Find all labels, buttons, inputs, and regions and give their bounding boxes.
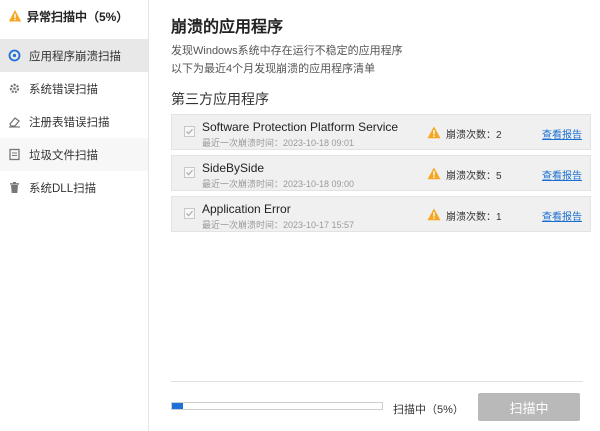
warning-icon: [8, 9, 22, 23]
app-checkbox[interactable]: [184, 208, 195, 219]
app-crash-time: 最近一次崩溃时间：2023-10-18 09:01: [202, 138, 355, 148]
app-crash-time: 最近一次崩溃时间：2023-10-17 15:57: [202, 220, 355, 230]
app-checkbox[interactable]: [184, 167, 195, 178]
app-crash-time: 最近一次崩溃时间：2023-10-18 09:00: [202, 179, 355, 189]
trash-icon: [8, 181, 21, 194]
sidebar-item-label: 应用程序崩溃扫描: [29, 50, 121, 63]
sidebar-item-system-dll-scan[interactable]: 系统DLL扫描: [0, 171, 148, 204]
checkmark-icon: [186, 128, 193, 135]
view-report-link[interactable]: 查看报告: [542, 208, 582, 223]
checkmark-icon: [186, 169, 193, 176]
section-title: 第三方应用程序: [171, 91, 269, 107]
sidebar-item-app-crash-scan[interactable]: 应用程序崩溃扫描: [0, 39, 148, 72]
description-line-1: 发现Windows系统中存在运行不稳定的应用程序: [171, 45, 403, 57]
description-line-2: 以下为最近4个月发现崩溃的应用程序清单: [171, 63, 376, 75]
app-row: SideBySide 最近一次崩溃时间：2023-10-18 09:00 崩溃次…: [171, 155, 591, 191]
document-icon: [8, 148, 21, 161]
sidebar-item-system-error-scan[interactable]: 系统错误扫描: [0, 72, 148, 105]
warning-icon: [427, 126, 441, 139]
scan-status-text: 异常扫描中（5%）: [27, 9, 129, 24]
app-row: Application Error 最近一次崩溃时间：2023-10-17 15…: [171, 196, 591, 232]
gear-icon: [8, 82, 21, 95]
scan-progress-fill: [172, 403, 183, 409]
crash-count: 崩溃次数：1: [446, 212, 502, 223]
sidebar-item-label: 注册表错误扫描: [29, 116, 110, 129]
scan-button[interactable]: 扫描中: [478, 393, 580, 421]
sidebar-item-junk-file-scan[interactable]: 垃圾文件扫描: [0, 138, 148, 171]
page-title: 崩溃的应用程序: [171, 19, 284, 36]
app-row: Software Protection Platform Service 最近一…: [171, 114, 591, 150]
app-name: SideBySide: [202, 161, 265, 175]
eraser-icon: [8, 115, 21, 128]
sidebar-item-label: 垃圾文件扫描: [29, 149, 98, 162]
app-checkbox[interactable]: [184, 126, 195, 137]
sidebar-item-label: 系统错误扫描: [29, 83, 98, 96]
app-name: Software Protection Platform Service: [202, 120, 399, 134]
main-panel: 崩溃的应用程序 发现Windows系统中存在运行不稳定的应用程序 以下为最近4个…: [149, 0, 600, 431]
progress-label: 扫描中（5%）: [393, 404, 464, 416]
view-report-link[interactable]: 查看报告: [542, 167, 582, 182]
sidebar-item-registry-scan[interactable]: 注册表错误扫描: [0, 105, 148, 138]
checkmark-icon: [186, 210, 193, 217]
scan-progress-bar: [171, 402, 383, 410]
circle-scan-icon: [8, 49, 21, 62]
warning-icon: [427, 208, 441, 221]
warning-icon: [427, 167, 441, 180]
view-report-link[interactable]: 查看报告: [542, 126, 582, 141]
divider: [171, 381, 583, 382]
scan-status-header: 异常扫描中（5%）: [0, 0, 148, 32]
sidebar-item-label: 系统DLL扫描: [29, 182, 97, 195]
crash-count: 崩溃次数：2: [446, 130, 502, 141]
sidebar: 异常扫描中（5%） 应用程序崩溃扫描 系统错误扫描 注册表错误扫描 垃圾文件扫描…: [0, 0, 149, 431]
app-name: Application Error: [202, 202, 291, 216]
crash-count: 崩溃次数：5: [446, 171, 502, 182]
